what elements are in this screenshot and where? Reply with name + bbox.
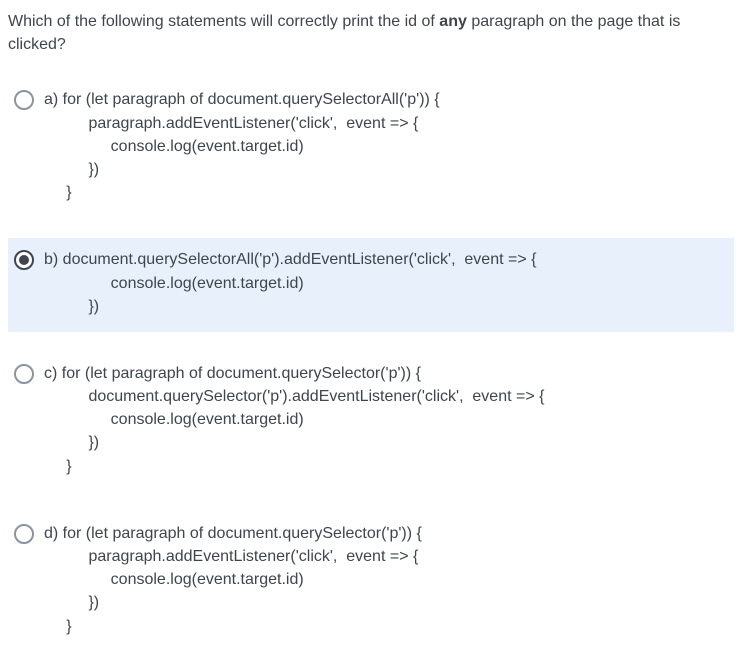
option-a-body: a) for (let paragraph of document.queryS… <box>44 88 728 204</box>
option-a-code-rest: paragraph.addEventListener('click', even… <box>44 112 728 205</box>
question-text: Which of the following statements will c… <box>8 10 734 56</box>
option-d-code-rest: paragraph.addEventListener('click', even… <box>44 545 728 638</box>
option-b-letter: b) <box>44 251 63 268</box>
option-b-body: b) document.querySelectorAll('p').addEve… <box>44 248 728 318</box>
option-b[interactable]: b) document.querySelectorAll('p').addEve… <box>8 238 734 332</box>
option-a-letter: a) <box>44 91 63 108</box>
radio-b[interactable] <box>14 250 34 270</box>
option-c-code-first: for (let paragraph of document.querySele… <box>62 365 421 382</box>
option-c[interactable]: c) for (let paragraph of document.queryS… <box>8 352 734 492</box>
option-d-code-first: for (let paragraph of document.querySele… <box>63 525 422 542</box>
option-c-body: c) for (let paragraph of document.queryS… <box>44 362 728 478</box>
option-c-letter: c) <box>44 365 62 382</box>
radio-c[interactable] <box>14 364 34 384</box>
option-d-letter: d) <box>44 525 63 542</box>
question-emph: any <box>439 13 467 30</box>
option-a-code-first: for (let paragraph of document.querySele… <box>63 91 440 108</box>
option-d-body: d) for (let paragraph of document.queryS… <box>44 522 728 638</box>
option-c-code-rest: document.querySelector('p').addEventList… <box>44 385 728 478</box>
radio-a[interactable] <box>14 90 34 110</box>
option-b-code-first: document.querySelectorAll('p').addEventL… <box>63 251 537 268</box>
question-prefix: Which of the following statements will c… <box>8 13 439 30</box>
option-b-code-rest: console.log(event.target.id) }) <box>44 272 728 318</box>
radio-d[interactable] <box>14 524 34 544</box>
option-d[interactable]: d) for (let paragraph of document.queryS… <box>8 512 734 652</box>
option-a[interactable]: a) for (let paragraph of document.queryS… <box>8 78 734 218</box>
